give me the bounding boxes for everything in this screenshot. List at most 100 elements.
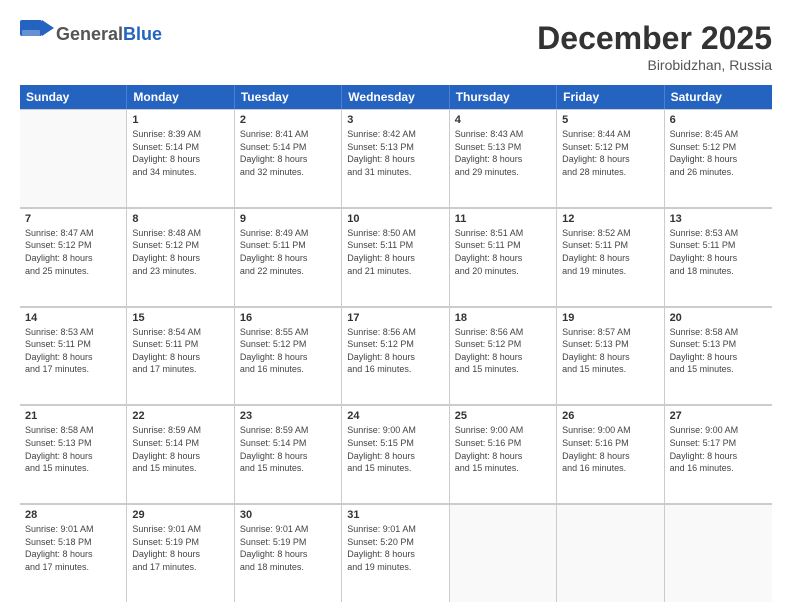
calendar-cell: 30Sunrise: 9:01 AMSunset: 5:19 PMDayligh… bbox=[235, 504, 342, 602]
cell-info: Sunrise: 9:00 AMSunset: 5:16 PMDaylight:… bbox=[455, 424, 551, 474]
sunrise-text: Sunrise: 8:59 AM bbox=[132, 424, 228, 437]
day-number: 3 bbox=[347, 114, 443, 126]
daylight-minutes: and 31 minutes. bbox=[347, 166, 443, 179]
sunset-text: Sunset: 5:20 PM bbox=[347, 536, 443, 549]
sunset-text: Sunset: 5:16 PM bbox=[455, 437, 551, 450]
daylight-text: Daylight: 8 hours bbox=[670, 252, 767, 265]
calendar-row-3: 14Sunrise: 8:53 AMSunset: 5:11 PMDayligh… bbox=[20, 307, 772, 406]
sunset-text: Sunset: 5:11 PM bbox=[670, 239, 767, 252]
sunset-text: Sunset: 5:15 PM bbox=[347, 437, 443, 450]
sunset-text: Sunset: 5:18 PM bbox=[25, 536, 121, 549]
day-number: 30 bbox=[240, 509, 336, 521]
sunset-text: Sunset: 5:12 PM bbox=[562, 141, 658, 154]
daylight-text: Daylight: 8 hours bbox=[455, 351, 551, 364]
daylight-minutes: and 15 minutes. bbox=[455, 363, 551, 376]
cell-info: Sunrise: 8:57 AMSunset: 5:13 PMDaylight:… bbox=[562, 326, 658, 376]
cell-info: Sunrise: 8:50 AMSunset: 5:11 PMDaylight:… bbox=[347, 227, 443, 277]
sunrise-text: Sunrise: 9:01 AM bbox=[347, 523, 443, 536]
day-number: 24 bbox=[347, 410, 443, 422]
day-number: 19 bbox=[562, 312, 658, 324]
calendar-cell: 31Sunrise: 9:01 AMSunset: 5:20 PMDayligh… bbox=[342, 504, 449, 602]
cell-info: Sunrise: 8:48 AMSunset: 5:12 PMDaylight:… bbox=[132, 227, 228, 277]
calendar-cell: 22 Sunrise: 8:59 AMSunset: 5:14 PMDayligh… bbox=[127, 405, 234, 503]
calendar-cell: 3Sunrise: 8:42 AMSunset: 5:13 PMDaylight… bbox=[342, 109, 449, 207]
daylight-text: Daylight: 8 hours bbox=[132, 153, 228, 166]
daylight-minutes: and 26 minutes. bbox=[670, 166, 767, 179]
sunset-text: Sunset: 5:12 PM bbox=[132, 239, 228, 252]
calendar-cell: 23Sunrise: 8:59 AMSunset: 5:14 PMDayligh… bbox=[235, 405, 342, 503]
daylight-minutes: and 16 minutes. bbox=[240, 363, 336, 376]
month-title: December 2025 bbox=[537, 20, 772, 57]
day-number: 20 bbox=[670, 312, 767, 324]
daylight-minutes: and 17 minutes. bbox=[25, 363, 121, 376]
calendar-page: GeneralBlue December 2025 Birobidzhan, R… bbox=[0, 0, 792, 612]
daylight-minutes: and 17 minutes. bbox=[132, 363, 228, 376]
daylight-minutes: and 22 minutes. bbox=[240, 265, 336, 278]
calendar-cell: 7Sunrise: 8:47 AMSunset: 5:12 PMDaylight… bbox=[20, 208, 127, 306]
calendar-cell: 5Sunrise: 8:44 AMSunset: 5:12 PMDaylight… bbox=[557, 109, 664, 207]
daylight-text: Daylight: 8 hours bbox=[240, 548, 336, 561]
day-number: 12 bbox=[562, 213, 658, 225]
daylight-text: Daylight: 8 hours bbox=[562, 153, 658, 166]
daylight-minutes: and 19 minutes. bbox=[347, 561, 443, 574]
cell-info: Sunrise: 9:00 AMSunset: 5:16 PMDaylight:… bbox=[562, 424, 658, 474]
day-number: 16 bbox=[240, 312, 336, 324]
day-number: 9 bbox=[240, 213, 336, 225]
daylight-minutes: and 32 minutes. bbox=[240, 166, 336, 179]
sunset-text: Sunset: 5:11 PM bbox=[132, 338, 228, 351]
day-number: 13 bbox=[670, 213, 767, 225]
weekday-header-wednesday: Wednesday bbox=[342, 85, 449, 109]
daylight-text: Daylight: 8 hours bbox=[455, 450, 551, 463]
calendar-cell: 11 Sunrise: 8:51 AMSunset: 5:11 PMDayligh… bbox=[450, 208, 557, 306]
cell-info: Sunrise: 9:00 AMSunset: 5:17 PMDaylight:… bbox=[670, 424, 767, 474]
sunset-text: Sunset: 5:14 PM bbox=[240, 437, 336, 450]
cell-info: Sunrise: 8:56 AMSunset: 5:12 PMDaylight:… bbox=[347, 326, 443, 376]
sunrise-text: Sunrise: 8:45 AM bbox=[670, 128, 767, 141]
daylight-text: Daylight: 8 hours bbox=[347, 252, 443, 265]
sunset-text: Sunset: 5:11 PM bbox=[455, 239, 551, 252]
daylight-minutes: and 25 minutes. bbox=[25, 265, 121, 278]
daylight-text: Daylight: 8 hours bbox=[25, 252, 121, 265]
weekday-header-tuesday: Tuesday bbox=[235, 85, 342, 109]
calendar-cell: 27Sunrise: 9:00 AMSunset: 5:17 PMDayligh… bbox=[665, 405, 772, 503]
cell-info: Sunrise: 8:51 AMSunset: 5:11 PMDaylight:… bbox=[455, 227, 551, 277]
day-number: 7 bbox=[25, 213, 121, 225]
sunset-text: Sunset: 5:19 PM bbox=[132, 536, 228, 549]
calendar-cell: 4Sunrise: 8:43 AMSunset: 5:13 PMDaylight… bbox=[450, 109, 557, 207]
calendar: SundayMondayTuesdayWednesdayThursdayFrid… bbox=[20, 85, 772, 602]
weekday-header-friday: Friday bbox=[557, 85, 664, 109]
daylight-minutes: and 21 minutes. bbox=[347, 265, 443, 278]
calendar-cell bbox=[665, 504, 772, 602]
cell-info: Sunrise: 8:55 AMSunset: 5:12 PMDaylight:… bbox=[240, 326, 336, 376]
daylight-text: Daylight: 8 hours bbox=[562, 351, 658, 364]
sunrise-text: Sunrise: 8:43 AM bbox=[455, 128, 551, 141]
cell-info: Sunrise: 8:49 AMSunset: 5:11 PMDaylight:… bbox=[240, 227, 336, 277]
day-number: 6 bbox=[670, 114, 767, 126]
day-number: 22 bbox=[132, 410, 228, 422]
calendar-row-2: 7Sunrise: 8:47 AMSunset: 5:12 PMDaylight… bbox=[20, 208, 772, 307]
sunrise-text: Sunrise: 8:49 AM bbox=[240, 227, 336, 240]
daylight-minutes: and 16 minutes. bbox=[670, 462, 767, 475]
weekday-header-sunday: Sunday bbox=[20, 85, 127, 109]
daylight-minutes: and 16 minutes. bbox=[562, 462, 658, 475]
cell-info: Sunrise: 8:54 AMSunset: 5:11 PMDaylight:… bbox=[132, 326, 228, 376]
daylight-minutes: and 34 minutes. bbox=[132, 166, 228, 179]
daylight-minutes: and 18 minutes. bbox=[240, 561, 336, 574]
calendar-cell: 13Sunrise: 8:53 AMSunset: 5:11 PMDayligh… bbox=[665, 208, 772, 306]
sunrise-text: Sunrise: 8:50 AM bbox=[347, 227, 443, 240]
day-number: 11 bbox=[455, 213, 551, 225]
day-number: 25 bbox=[455, 410, 551, 422]
sunset-text: Sunset: 5:16 PM bbox=[562, 437, 658, 450]
sunrise-text: Sunrise: 8:59 AM bbox=[240, 424, 336, 437]
daylight-minutes: and 19 minutes. bbox=[562, 265, 658, 278]
calendar-cell: 20Sunrise: 8:58 AMSunset: 5:13 PMDayligh… bbox=[665, 307, 772, 405]
daylight-minutes: and 15 minutes. bbox=[670, 363, 767, 376]
sunrise-text: Sunrise: 8:57 AM bbox=[562, 326, 658, 339]
day-number: 18 bbox=[455, 312, 551, 324]
calendar-cell: 9 Sunrise: 8:49 AMSunset: 5:11 PMDaylight… bbox=[235, 208, 342, 306]
daylight-text: Daylight: 8 hours bbox=[347, 153, 443, 166]
sunset-text: Sunset: 5:13 PM bbox=[347, 141, 443, 154]
daylight-minutes: and 15 minutes. bbox=[132, 462, 228, 475]
calendar-cell: 19 Sunrise: 8:57 AMSunset: 5:13 PMDayligh… bbox=[557, 307, 664, 405]
cell-info: Sunrise: 8:59 AMSunset: 5:14 PMDaylight:… bbox=[132, 424, 228, 474]
